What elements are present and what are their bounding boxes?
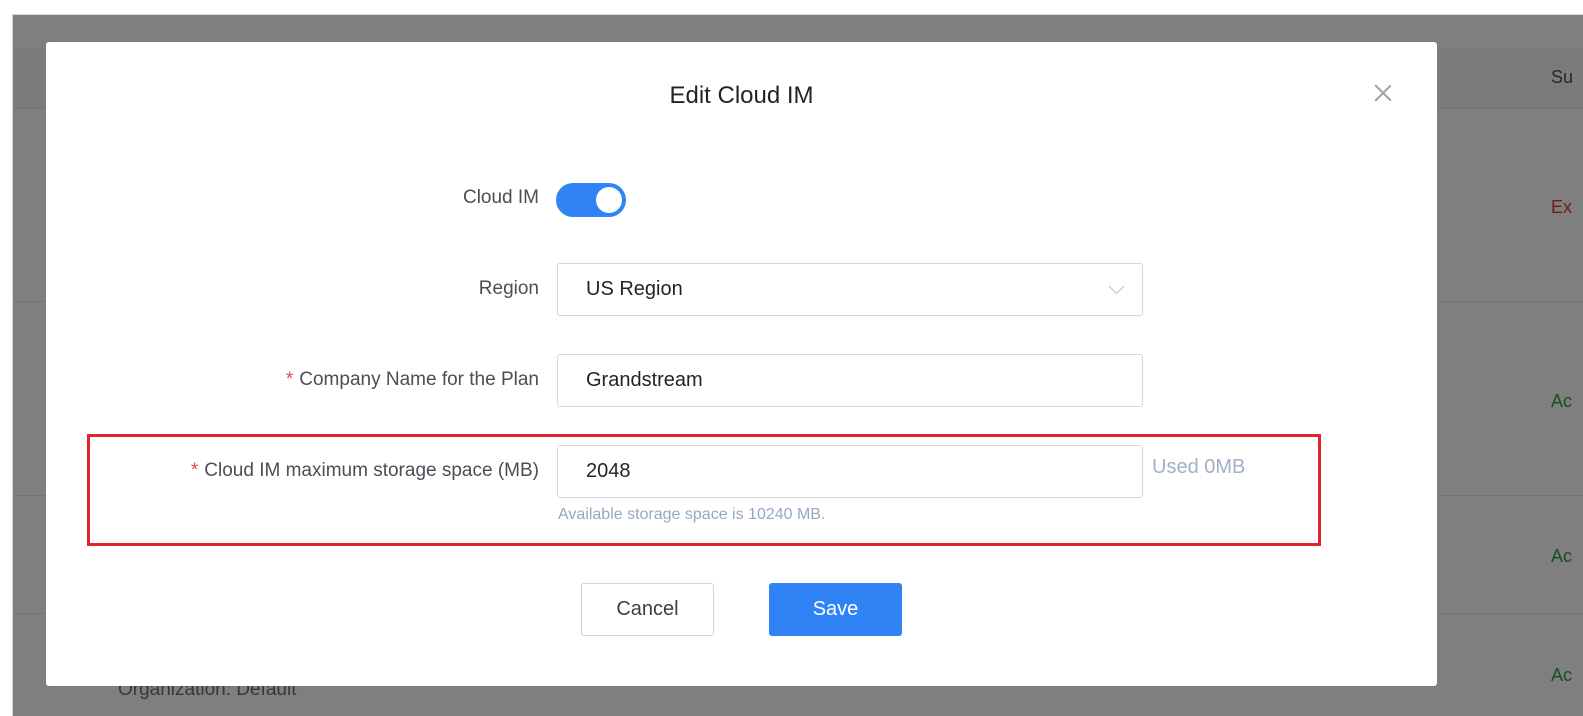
- cancel-button[interactable]: Cancel: [581, 583, 714, 636]
- cloud-im-toggle[interactable]: [556, 183, 626, 217]
- storage-hint: Available storage space is 10240 MB.: [558, 506, 826, 523]
- region-label: Region: [478, 278, 539, 299]
- storage-value: 2048: [586, 460, 631, 482]
- edit-cloud-im-dialog: Edit Cloud IM Cloud IM Region US Region …: [46, 42, 1437, 686]
- storage-label-text: Cloud IM maximum storage space (MB): [204, 460, 539, 481]
- region-select[interactable]: US Region: [557, 263, 1143, 316]
- storage-label: * Cloud IM maximum storage space (MB): [191, 460, 539, 482]
- company-name-label: * Company Name for the Plan: [286, 369, 539, 391]
- save-button[interactable]: Save: [769, 583, 902, 636]
- region-select-value: US Region: [586, 278, 683, 300]
- dialog-title: Edit Cloud IM: [669, 82, 814, 109]
- storage-used-text: Used 0MB: [1152, 456, 1246, 478]
- company-name-value: Grandstream: [586, 369, 703, 391]
- storage-input[interactable]: 2048: [557, 445, 1143, 498]
- toggle-knob: [596, 187, 622, 213]
- chevron-down-icon: [1108, 278, 1125, 295]
- close-icon[interactable]: [1370, 80, 1396, 106]
- company-name-input[interactable]: Grandstream: [557, 354, 1143, 407]
- required-mark: *: [285, 369, 294, 390]
- required-mark: *: [190, 460, 199, 481]
- cloud-im-label: Cloud IM: [462, 187, 539, 208]
- page: Su Ex Ac Ac Ac Organization: Default Edi…: [0, 0, 1583, 716]
- company-name-label-text: Company Name for the Plan: [299, 369, 539, 390]
